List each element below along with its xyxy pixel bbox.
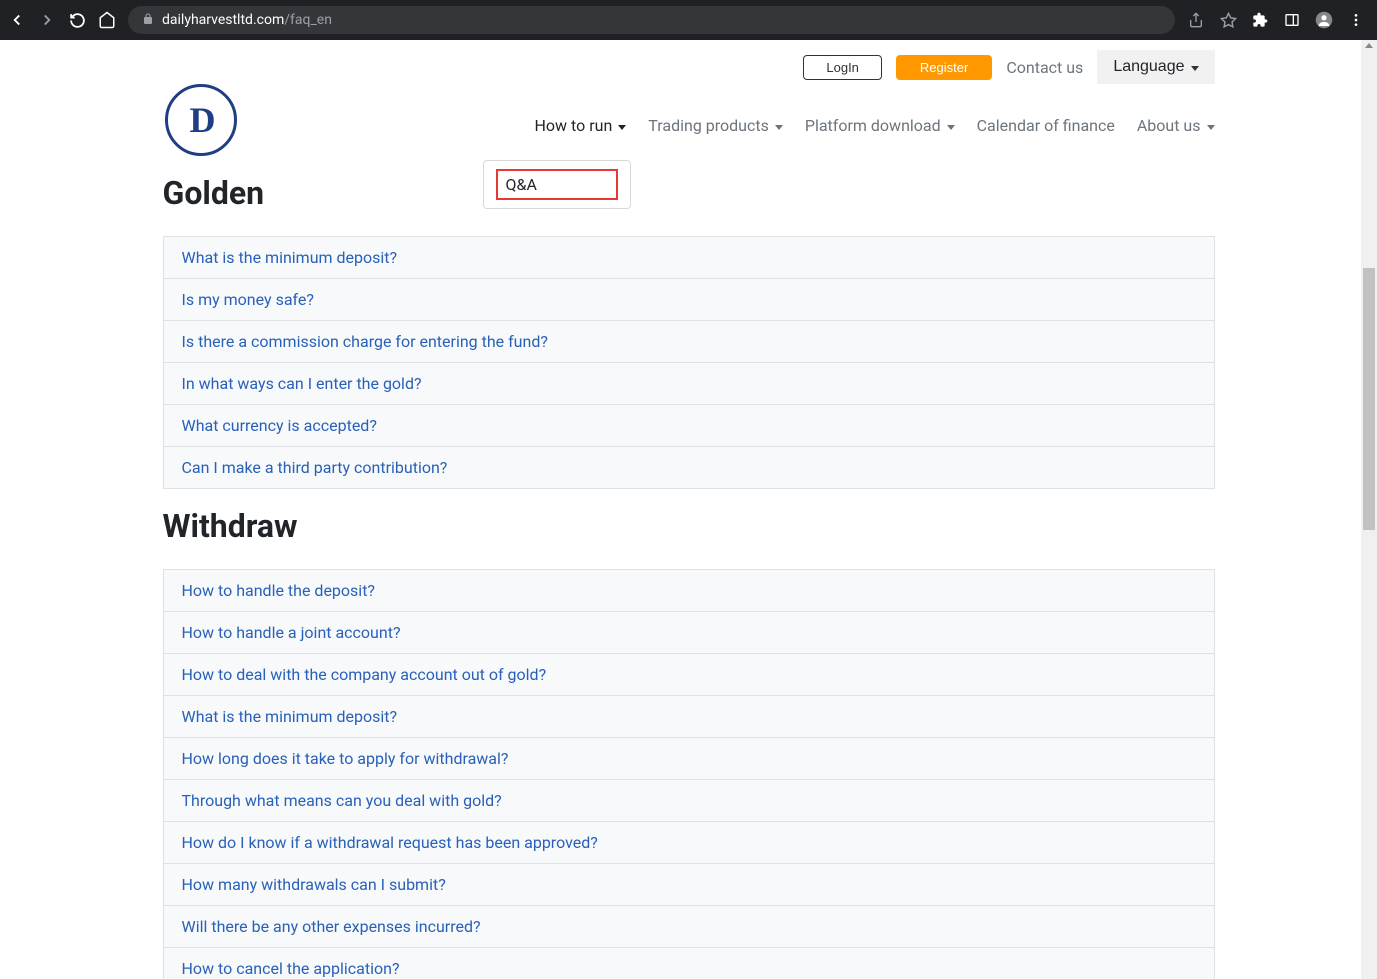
nav-trading-products[interactable]: Trading products xyxy=(648,116,783,135)
chevron-down-icon xyxy=(1207,125,1215,130)
share-icon[interactable] xyxy=(1187,11,1205,29)
chrome-right-controls xyxy=(1187,11,1369,29)
contact-link[interactable]: Contact us xyxy=(1006,58,1083,77)
chevron-down-icon xyxy=(1191,66,1199,71)
faq-item[interactable]: What is the minimum deposit? xyxy=(163,696,1215,738)
nav-calendar[interactable]: Calendar of finance xyxy=(977,116,1115,135)
home-icon[interactable] xyxy=(98,11,116,29)
section-title-withdraw: Withdraw xyxy=(163,507,1215,545)
register-button[interactable]: Register xyxy=(896,55,992,80)
nav-label: Calendar of finance xyxy=(977,116,1115,135)
dropdown-menu: Q&A xyxy=(483,160,631,209)
faq-item[interactable]: Is there a commission charge for enterin… xyxy=(163,321,1215,363)
nav-platform-download[interactable]: Platform download xyxy=(805,116,955,135)
logo[interactable]: D xyxy=(165,84,237,156)
url-text: dailyharvestltd.com/faq_en xyxy=(162,12,332,28)
nav-label: About us xyxy=(1137,116,1201,135)
faq-item[interactable]: Will there be any other expenses incurre… xyxy=(163,906,1215,948)
nav-label: Trading products xyxy=(648,116,769,135)
faq-list-golden: What is the minimum deposit? Is my money… xyxy=(163,236,1215,489)
nav-controls xyxy=(8,11,116,29)
faq-item[interactable]: How many withdrawals can I submit? xyxy=(163,864,1215,906)
lock-icon xyxy=(142,13,154,28)
browser-chrome: dailyharvestltd.com/faq_en xyxy=(0,0,1377,40)
faq-item[interactable]: Through what means can you deal with gol… xyxy=(163,780,1215,822)
extensions-icon[interactable] xyxy=(1251,11,1269,29)
forward-icon[interactable] xyxy=(38,11,56,29)
dropdown-item-qa[interactable]: Q&A xyxy=(496,169,618,200)
scroll-up-icon[interactable] xyxy=(1365,43,1373,48)
nav-about-us[interactable]: About us xyxy=(1137,116,1215,135)
faq-list-withdraw: How to handle the deposit? How to handle… xyxy=(163,569,1215,979)
panel-icon[interactable] xyxy=(1283,11,1301,29)
bookmark-icon[interactable] xyxy=(1219,11,1237,29)
reload-icon[interactable] xyxy=(68,11,86,29)
faq-item[interactable]: How long does it take to apply for withd… xyxy=(163,738,1215,780)
menu-icon[interactable] xyxy=(1347,11,1365,29)
nav-label: Platform download xyxy=(805,116,941,135)
logo-text: D xyxy=(190,99,212,141)
faq-item[interactable]: How to handle a joint account? xyxy=(163,612,1215,654)
top-bar: LogIn Register Contact us Language xyxy=(163,40,1215,94)
section-title-golden: Golden xyxy=(163,174,1215,212)
faq-item[interactable]: How to handle the deposit? xyxy=(163,570,1215,612)
language-button[interactable]: Language xyxy=(1097,50,1214,84)
chevron-down-icon xyxy=(618,125,626,130)
scrollbar-thumb[interactable] xyxy=(1363,268,1375,530)
scrollbar-track[interactable] xyxy=(1361,40,1377,979)
faq-item[interactable]: How do I know if a withdrawal request ha… xyxy=(163,822,1215,864)
faq-item[interactable]: How to cancel the application? xyxy=(163,948,1215,979)
header-row: D How to run Q&A Trading products Platfo… xyxy=(163,94,1215,156)
chevron-down-icon xyxy=(775,125,783,130)
faq-item[interactable]: In what ways can I enter the gold? xyxy=(163,363,1215,405)
faq-item[interactable]: Can I make a third party contribution? xyxy=(163,447,1215,489)
language-label: Language xyxy=(1113,58,1184,76)
content-wrapper: LogIn Register Contact us Language D How… xyxy=(163,40,1215,979)
faq-item[interactable]: Is my money safe? xyxy=(163,279,1215,321)
faq-item[interactable]: What is the minimum deposit? xyxy=(163,237,1215,279)
main-nav: How to run Q&A Trading products Platform… xyxy=(535,116,1215,135)
profile-icon[interactable] xyxy=(1315,11,1333,29)
faq-item[interactable]: What currency is accepted? xyxy=(163,405,1215,447)
login-button[interactable]: LogIn xyxy=(803,55,882,80)
nav-how-to-run[interactable]: How to run Q&A xyxy=(535,116,627,135)
address-bar[interactable]: dailyharvestltd.com/faq_en xyxy=(128,6,1175,34)
faq-item[interactable]: How to deal with the company account out… xyxy=(163,654,1215,696)
back-icon[interactable] xyxy=(8,11,26,29)
chevron-down-icon xyxy=(947,125,955,130)
nav-label: How to run xyxy=(535,116,613,135)
page-container: LogIn Register Contact us Language D How… xyxy=(0,40,1377,979)
